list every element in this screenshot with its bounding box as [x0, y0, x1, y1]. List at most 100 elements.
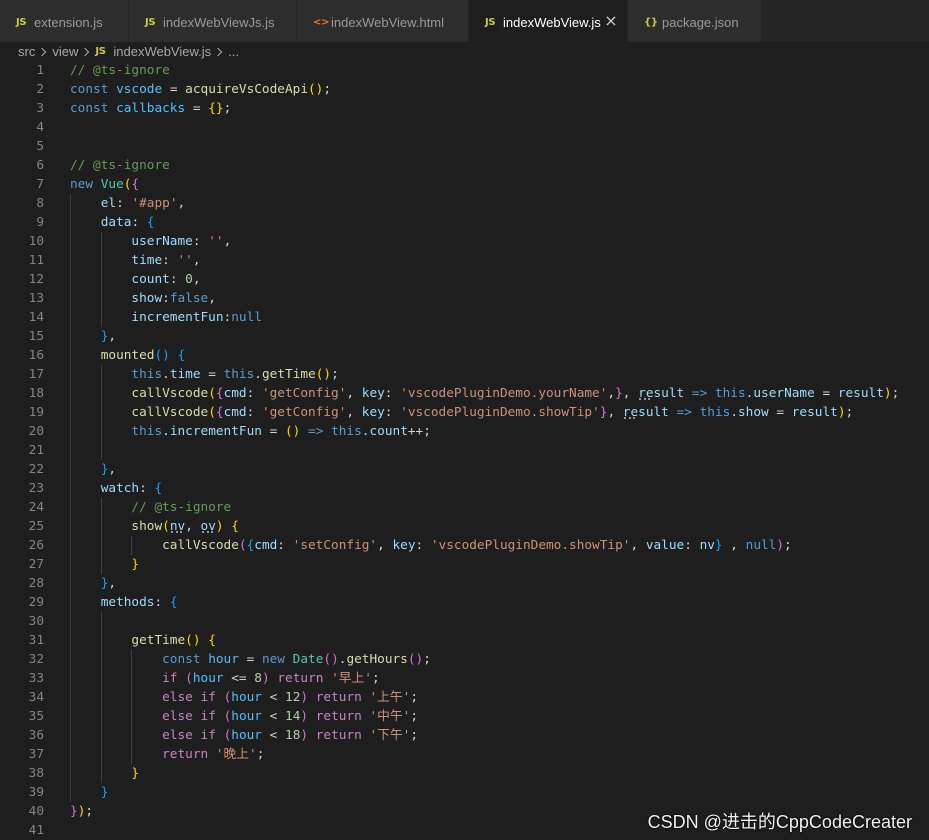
- line-number[interactable]: 27: [0, 555, 44, 574]
- code-line[interactable]: 10 userName: '',: [0, 232, 929, 251]
- line-number[interactable]: 32: [0, 650, 44, 669]
- breadcrumb-item-symbols[interactable]: ...: [228, 44, 239, 59]
- code-token: cmd: [254, 538, 278, 553]
- code-line[interactable]: 32 const hour = new Date().getHours();: [0, 650, 929, 669]
- code-line[interactable]: 19 callVscode({cmd: 'getConfig', key: 'v…: [0, 403, 929, 422]
- html-file-icon: <>: [313, 17, 330, 28]
- code-line[interactable]: 8 el: '#app',: [0, 194, 929, 213]
- code-line[interactable]: 4: [0, 118, 929, 137]
- line-number[interactable]: 18: [0, 384, 44, 403]
- code-editor[interactable]: 1 // @ts-ignore 2 const vscode = acquireVsC…: [0, 61, 929, 840]
- code-line[interactable]: 6 // @ts-ignore: [0, 156, 929, 175]
- code-line[interactable]: 11 time: '',: [0, 251, 929, 270]
- line-number[interactable]: 33: [0, 669, 44, 688]
- line-number[interactable]: 26: [0, 536, 44, 555]
- code-line[interactable]: 36 else if (hour < 18) return '下午';: [0, 726, 929, 745]
- code-token: (: [238, 538, 247, 553]
- line-number[interactable]: 21: [0, 441, 44, 460]
- code-line[interactable]: 29 methods: {: [0, 593, 929, 612]
- code-line[interactable]: 26 callVscode({cmd: 'setConfig', key: 'v…: [0, 536, 929, 555]
- code-line[interactable]: 28 },: [0, 574, 929, 593]
- code-line[interactable]: 37 return '晚上';: [0, 745, 929, 764]
- code-line[interactable]: 39 }: [0, 783, 929, 802]
- code-line[interactable]: 17 this.time = this.getTime();: [0, 365, 929, 384]
- line-number[interactable]: 17: [0, 365, 44, 384]
- line-number[interactable]: 16: [0, 346, 44, 365]
- code-line[interactable]: 35 else if (hour < 14) return '中午';: [0, 707, 929, 726]
- line-number[interactable]: 14: [0, 308, 44, 327]
- code-line[interactable]: 31 getTime() {: [0, 631, 929, 650]
- code-line[interactable]: 24 // @ts-ignore: [0, 498, 929, 517]
- code-line[interactable]: 33 if (hour <= 8) return '早上';: [0, 669, 929, 688]
- code-line[interactable]: 5: [0, 137, 929, 156]
- line-number[interactable]: 12: [0, 270, 44, 289]
- line-number[interactable]: 15: [0, 327, 44, 346]
- line-number[interactable]: 22: [0, 460, 44, 479]
- line-number[interactable]: 30: [0, 612, 44, 631]
- line-number[interactable]: 37: [0, 745, 44, 764]
- line-number[interactable]: 6: [0, 156, 44, 175]
- code-line[interactable]: 9 data: {: [0, 213, 929, 232]
- code-token: return: [315, 690, 362, 705]
- code-line[interactable]: 34 else if (hour < 12) return '上午';: [0, 688, 929, 707]
- code-line[interactable]: 18 callVscode({cmd: 'getConfig', key: 'v…: [0, 384, 929, 403]
- code-line[interactable]: 25 show(nv, ov) {: [0, 517, 929, 536]
- line-number[interactable]: 1: [0, 61, 44, 80]
- code-line[interactable]: 3 const callbacks = {};: [0, 99, 929, 118]
- line-number[interactable]: 25: [0, 517, 44, 536]
- close-icon[interactable]: ×: [603, 13, 619, 29]
- code-line[interactable]: 1 // @ts-ignore: [0, 61, 929, 80]
- code-line[interactable]: 12 count: 0,: [0, 270, 929, 289]
- line-number[interactable]: 40: [0, 802, 44, 821]
- code-token: ): [883, 386, 892, 401]
- code-line[interactable]: 21: [0, 441, 929, 460]
- line-number[interactable]: 24: [0, 498, 44, 517]
- code-line[interactable]: 22 },: [0, 460, 929, 479]
- code-line[interactable]: 16 mounted() {: [0, 346, 929, 365]
- line-number[interactable]: 13: [0, 289, 44, 308]
- code-line[interactable]: 15 },: [0, 327, 929, 346]
- tab-indexwebview-html[interactable]: <> indexWebView.html: [297, 0, 469, 42]
- code-line[interactable]: 2 const vscode = acquireVsCodeApi();: [0, 80, 929, 99]
- code-line[interactable]: 30: [0, 612, 929, 631]
- code-line[interactable]: 23 watch: {: [0, 479, 929, 498]
- code-token: (): [323, 652, 339, 667]
- line-number[interactable]: 11: [0, 251, 44, 270]
- tab-extension-js[interactable]: JS extension.js: [0, 0, 129, 42]
- line-number[interactable]: 34: [0, 688, 44, 707]
- line-number[interactable]: 19: [0, 403, 44, 422]
- code-token: :: [139, 481, 155, 496]
- line-number[interactable]: 38: [0, 764, 44, 783]
- line-number[interactable]: 36: [0, 726, 44, 745]
- line-number[interactable]: 31: [0, 631, 44, 650]
- breadcrumb-item-src[interactable]: src: [18, 44, 35, 59]
- code-line[interactable]: 14 incrementFun:null: [0, 308, 929, 327]
- line-number[interactable]: 8: [0, 194, 44, 213]
- line-number[interactable]: 7: [0, 175, 44, 194]
- tab-package-json[interactable]: {} package.json: [628, 0, 762, 42]
- code-line[interactable]: 13 show:false,: [0, 289, 929, 308]
- tab-indexwebviewjs-js[interactable]: JS indexWebViewJs.js: [129, 0, 297, 42]
- line-number[interactable]: 9: [0, 213, 44, 232]
- breadcrumb-item-file[interactable]: JS indexWebView.js: [95, 44, 211, 59]
- line-number[interactable]: 4: [0, 118, 44, 137]
- line-number[interactable]: 3: [0, 99, 44, 118]
- line-number[interactable]: 5: [0, 137, 44, 156]
- line-number[interactable]: 28: [0, 574, 44, 593]
- line-number[interactable]: 10: [0, 232, 44, 251]
- tab-indexwebview-js[interactable]: JS indexWebView.js ×: [469, 0, 628, 42]
- line-number[interactable]: 35: [0, 707, 44, 726]
- line-number[interactable]: 41: [0, 821, 44, 840]
- code-line[interactable]: 7 new Vue({: [0, 175, 929, 194]
- code-line[interactable]: 27 }: [0, 555, 929, 574]
- line-number[interactable]: 20: [0, 422, 44, 441]
- line-number[interactable]: 39: [0, 783, 44, 802]
- code-token: {: [231, 519, 239, 534]
- code-line[interactable]: 38 }: [0, 764, 929, 783]
- line-number[interactable]: 2: [0, 80, 44, 99]
- line-number[interactable]: 29: [0, 593, 44, 612]
- breadcrumb-item-view[interactable]: view: [52, 44, 78, 59]
- line-number[interactable]: 23: [0, 479, 44, 498]
- code-line[interactable]: 20 this.incrementFun = () => this.count+…: [0, 422, 929, 441]
